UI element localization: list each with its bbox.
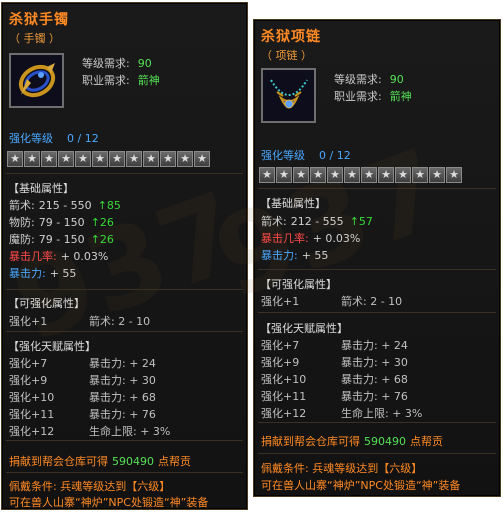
item-title: 杀狱项链 — [261, 29, 321, 45]
base-attribute-row: 暴击力: + 55 — [261, 249, 329, 262]
item-tooltip-necklace: 937 杀狱项链 （ 项链 ） 等级需求: 90 职业需求: 箭神 强化等级 0 / … — [199, 19, 501, 497]
star-icon: ★ — [143, 151, 159, 167]
forge-hint: 可在兽人山寨“神炉”NPC处锻造“神”装备 — [261, 479, 461, 492]
base-attribute-row: 暴击几率: + 0.03% — [261, 232, 361, 245]
class-requirement: 职业需求: 箭神 — [82, 74, 160, 87]
base-attribute-row: 箭术: 212 - 555 ↑57 — [261, 215, 373, 228]
star-icon: ★ — [429, 167, 445, 183]
level-requirement: 等级需求: 90 — [334, 73, 404, 86]
divider — [6, 173, 243, 174]
star-icon: ★ — [58, 151, 74, 167]
star-icon: ★ — [75, 151, 91, 167]
base-attributes-title: 【基础属性】 — [8, 182, 74, 195]
base-attribute-row: 物防: 79 - 150 ↑26 — [9, 216, 114, 229]
enhanceable-attributes-title: 【可强化属性】 — [260, 278, 337, 291]
necklace-icon[interactable] — [261, 68, 316, 123]
item-type: （ 手镯 ） — [9, 32, 60, 45]
talent-attributes-title: 【强化天赋属性】 — [8, 340, 96, 353]
star-icon: ★ — [24, 151, 40, 167]
star-icon: ★ — [92, 151, 108, 167]
divider — [6, 440, 243, 441]
equip-condition: 佩戴条件: 兵魂等级达到【六级】 — [9, 480, 171, 493]
enhance-stars: ★ ★ ★ ★ ★ ★ ★ ★ ★ ★ ★ ★ — [259, 167, 462, 183]
divider — [258, 269, 496, 270]
divider — [6, 331, 243, 332]
enhanceable-attributes-title: 【可强化属性】 — [8, 297, 85, 310]
base-attribute-row: 暴击几率: + 0.03% — [9, 250, 109, 263]
talent-attribute-row: 强化+7 暴击力: + 24 — [261, 339, 408, 352]
star-icon: ★ — [378, 167, 394, 183]
guild-donation: 捐献到帮会仓库可得 590490 点帮贡 — [261, 435, 443, 448]
divider — [258, 188, 496, 189]
item-type: （ 项链 ） — [261, 49, 312, 62]
equip-condition: 佩戴条件: 兵魂等级达到【六级】 — [261, 462, 423, 475]
talent-attribute-row: 强化+9 暴击力: + 30 — [9, 374, 156, 387]
star-icon: ★ — [7, 151, 23, 167]
talent-attribute-row: 强化+10 暴击力: + 68 — [9, 391, 156, 404]
talent-attribute-row: 强化+11 暴击力: + 76 — [9, 408, 156, 421]
talent-attribute-row: 强化+9 暴击力: + 30 — [261, 356, 408, 369]
star-icon: ★ — [41, 151, 57, 167]
level-requirement: 等级需求: 90 — [82, 57, 152, 70]
star-icon: ★ — [395, 167, 411, 183]
talent-attributes-title: 【强化天赋属性】 — [260, 322, 348, 335]
star-icon: ★ — [310, 167, 326, 183]
talent-attribute-row: 强化+12 生命上限: + 3% — [9, 425, 171, 438]
star-icon: ★ — [194, 151, 210, 167]
star-icon: ★ — [177, 151, 193, 167]
star-icon: ★ — [446, 167, 462, 183]
divider — [258, 422, 496, 423]
enhanceable-attribute-row: 强化+1 箭术: 2 - 10 — [9, 315, 151, 328]
item-title: 杀狱手镯 — [9, 12, 69, 28]
item-tooltip-bracelet: 937 杀狱手镯 （ 手镯 ） 等级需求: 90 职业需求: 箭神 强化等级 0 / … — [0, 2, 257, 510]
talent-attribute-row: 强化+10 暴击力: + 68 — [261, 373, 408, 386]
forge-hint: 可在兽人山寨“神炉”NPC处锻造“神”装备 — [9, 496, 209, 509]
star-icon: ★ — [109, 151, 125, 167]
class-requirement: 职业需求: 箭神 — [334, 90, 412, 103]
guild-donation: 捐献到帮会仓库可得 590490 点帮贡 — [9, 455, 191, 468]
base-attributes-title: 【基础属性】 — [260, 197, 326, 210]
base-attribute-row: 魔防: 79 - 150 ↑26 — [9, 233, 114, 246]
star-icon: ★ — [327, 167, 343, 183]
enhance-stars: ★ ★ ★ ★ ★ ★ ★ ★ ★ ★ ★ ★ — [7, 151, 210, 167]
divider — [6, 472, 243, 473]
star-icon: ★ — [276, 167, 292, 183]
star-icon: ★ — [344, 167, 360, 183]
base-attribute-row: 暴击力: + 55 — [9, 267, 77, 280]
bracelet-icon[interactable] — [9, 53, 64, 108]
star-icon: ★ — [126, 151, 142, 167]
base-attribute-row: 箭术: 215 - 550 ↑85 — [9, 199, 121, 212]
divider — [258, 453, 496, 454]
talent-attribute-row: 强化+12 生命上限: + 3% — [261, 407, 423, 420]
star-icon: ★ — [293, 167, 309, 183]
star-icon: ★ — [160, 151, 176, 167]
enhance-level: 强化等级 0 / 12 — [261, 149, 351, 162]
divider — [6, 289, 243, 290]
star-icon: ★ — [361, 167, 377, 183]
divider — [258, 312, 496, 313]
talent-attribute-row: 强化+7 暴击力: + 24 — [9, 357, 156, 370]
star-icon: ★ — [412, 167, 428, 183]
star-icon: ★ — [259, 167, 275, 183]
enhance-level: 强化等级 0 / 12 — [9, 132, 99, 145]
talent-attribute-row: 强化+11 暴击力: + 76 — [261, 390, 408, 403]
enhanceable-attribute-row: 强化+1 箭术: 2 - 10 — [261, 295, 403, 308]
